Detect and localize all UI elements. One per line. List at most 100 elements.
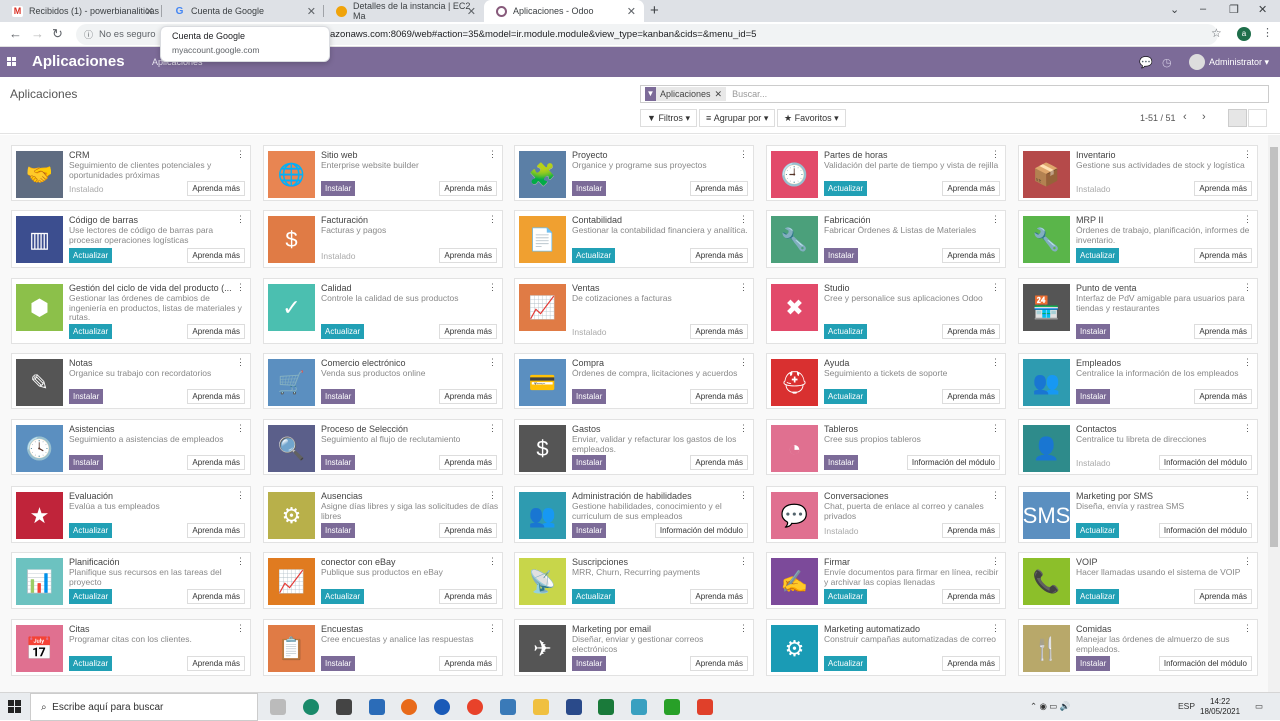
learn-more-button[interactable]: Aprenda más [690, 455, 748, 470]
app-card[interactable]: ✓ Calidad Controle la calidad de sus produ… [263, 278, 503, 344]
activity-clock-icon[interactable]: ◷ [1162, 56, 1172, 69]
learn-more-button[interactable]: Aprenda más [439, 523, 497, 538]
card-menu-icon[interactable]: ⋮ [739, 149, 748, 160]
card-menu-icon[interactable]: ⋮ [488, 214, 497, 225]
install-button[interactable]: Instalar [321, 656, 356, 671]
system-clock[interactable]: 14:22 18/05/2021 [1200, 697, 1240, 717]
app-card[interactable]: 🏪 Punto de venta Interfaz de PdV amigable … [1018, 278, 1258, 344]
scrollbar[interactable] [1268, 135, 1280, 692]
learn-more-button[interactable]: Aprenda más [690, 656, 748, 671]
card-menu-icon[interactable]: ⋮ [488, 357, 497, 368]
app-card[interactable]: 🔍 Proceso de Selección Seguimiento al fluj… [263, 419, 503, 475]
learn-more-button[interactable]: Aprenda más [187, 455, 245, 470]
maximize-icon[interactable]: ❐ [1229, 3, 1239, 16]
app-card[interactable]: 🤝 CRM Seguimiento de clientes potenciales … [11, 145, 251, 201]
url-text[interactable]: azonaws.com:8069/web#action=35&model=ir.… [330, 29, 756, 40]
learn-more-button[interactable]: Aprenda más [187, 248, 245, 263]
card-menu-icon[interactable]: ⋮ [1243, 423, 1252, 434]
card-menu-icon[interactable]: ⋮ [991, 282, 1000, 293]
app-card[interactable]: ⚙ Marketing automatizado Construir campaña… [766, 619, 1006, 676]
card-menu-icon[interactable]: ⋮ [488, 149, 497, 160]
learn-more-button[interactable]: Aprenda más [942, 589, 1000, 604]
card-menu-icon[interactable]: ⋮ [1243, 214, 1252, 225]
learn-more-button[interactable]: Aprenda más [187, 181, 245, 196]
learn-more-button[interactable]: Aprenda más [439, 455, 497, 470]
card-menu-icon[interactable]: ⋮ [236, 149, 245, 160]
learn-more-button[interactable]: Aprenda más [690, 589, 748, 604]
install-button[interactable]: Instalar [1076, 324, 1111, 339]
install-button[interactable]: Instalar [321, 181, 356, 196]
update-button[interactable]: Actualizar [572, 248, 616, 263]
install-button[interactable]: Instalar [824, 248, 859, 263]
update-button[interactable]: Actualizar [321, 589, 365, 604]
install-button[interactable]: Instalar [824, 455, 859, 470]
install-button[interactable]: Instalar [69, 389, 104, 404]
learn-more-button[interactable]: Aprenda más [690, 389, 748, 404]
update-button[interactable]: Actualizar [1076, 248, 1120, 263]
learn-more-button[interactable]: Información del módulo [1158, 656, 1252, 671]
card-menu-icon[interactable]: ⋮ [236, 490, 245, 501]
app-card[interactable]: 🍴 Comidas Manejar las órdenes de almuerzo … [1018, 619, 1258, 676]
app-card[interactable]: 👤 Contactos Centralice tu libreta de direc… [1018, 419, 1258, 475]
card-menu-icon[interactable]: ⋮ [236, 282, 245, 293]
install-button[interactable]: Instalar [572, 389, 607, 404]
app-card[interactable]: 🕘 Partes de horas Validación del parte de … [766, 145, 1006, 201]
learn-more-button[interactable]: Aprenda más [187, 324, 245, 339]
notification-icon[interactable]: ▭ [1255, 701, 1263, 712]
learn-more-button[interactable]: Aprenda más [690, 181, 748, 196]
card-menu-icon[interactable]: ⋮ [991, 149, 1000, 160]
app-icon[interactable] [566, 699, 582, 715]
app-card[interactable]: 📊 Planificación Planifique sus recursos en… [11, 552, 251, 609]
tab-gmail[interactable]: M Recibidos (1) - powerbianaliticas ✕ [0, 0, 162, 22]
card-menu-icon[interactable]: ⋮ [236, 423, 245, 434]
learn-more-button[interactable]: Aprenda más [1194, 589, 1252, 604]
card-menu-icon[interactable]: ⋮ [739, 423, 748, 434]
update-button[interactable]: Actualizar [824, 589, 868, 604]
task-view-icon[interactable] [270, 699, 286, 715]
app-card[interactable]: 🔧 Fabricación Fabricar Órdenes & Listas de… [766, 210, 1006, 268]
card-menu-icon[interactable]: ⋮ [739, 623, 748, 634]
update-button[interactable]: Actualizar [69, 248, 113, 263]
card-menu-icon[interactable]: ⋮ [1243, 357, 1252, 368]
learn-more-button[interactable]: Aprenda más [187, 523, 245, 538]
card-menu-icon[interactable]: ⋮ [991, 357, 1000, 368]
favorites-button[interactable]: ★ Favoritos ▾ [777, 109, 846, 127]
app-card[interactable]: ⬢ Gestión del ciclo de vida del producto … [11, 278, 251, 344]
app-card[interactable]: 💬 Conversaciones Chat, puerta de enlace al… [766, 486, 1006, 543]
app-card[interactable]: 📄 Contabilidad Gestionar la contabilidad f… [514, 210, 754, 268]
search-box[interactable]: ▼ Aplicaciones ✕ Buscar... [640, 85, 1269, 103]
windows-start-icon[interactable] [8, 700, 21, 713]
card-menu-icon[interactable]: ⋮ [739, 357, 748, 368]
learn-more-button[interactable]: Aprenda más [942, 324, 1000, 339]
app-icon[interactable] [664, 699, 680, 715]
close-icon[interactable]: ✕ [145, 5, 154, 18]
card-menu-icon[interactable]: ⋮ [1243, 623, 1252, 634]
app-card[interactable]: ◔ Tableros Cree sus propios tableros ⋮ Insta… [766, 419, 1006, 475]
minimize-icon[interactable]: – [1200, 3, 1206, 15]
chat-icon[interactable]: 💬 [1139, 56, 1153, 69]
bookmark-star-icon[interactable]: ☆ [1211, 26, 1222, 40]
card-menu-icon[interactable]: ⋮ [991, 214, 1000, 225]
learn-more-button[interactable]: Aprenda más [690, 324, 748, 339]
learn-more-button[interactable]: Aprenda más [439, 589, 497, 604]
app-card[interactable]: 📋 Encuestas Cree encuestas y analice las r… [263, 619, 503, 676]
app-card[interactable]: SMS Marketing por SMS Diseña, envía y rast… [1018, 486, 1258, 543]
install-button[interactable]: Instalar [69, 455, 104, 470]
security-status[interactable]: No es seguro [99, 29, 156, 40]
learn-more-button[interactable]: Aprenda más [942, 181, 1000, 196]
pager-value[interactable]: 1-51 / 51 [1140, 113, 1176, 123]
card-menu-icon[interactable]: ⋮ [488, 623, 497, 634]
app-card[interactable]: 🕓 Asistencias Seguimiento a asistencias de… [11, 419, 251, 475]
card-menu-icon[interactable]: ⋮ [1243, 556, 1252, 567]
app-card[interactable]: 📈 conector con eBay Publique sus productos… [263, 552, 503, 609]
app-card[interactable]: 🌐 Sitio web Enterprise website builder ⋮ Ins… [263, 145, 503, 201]
app-card[interactable]: 📞 VOIP Hacer llamadas usando el sistema de… [1018, 552, 1258, 609]
learn-more-button[interactable]: Información del módulo [1158, 455, 1252, 470]
update-button[interactable]: Actualizar [824, 656, 868, 671]
app-card[interactable]: 🔧 MRP II Órdenes de trabajo, planificación… [1018, 210, 1258, 268]
card-menu-icon[interactable]: ⋮ [236, 556, 245, 567]
app-card[interactable]: ⛑ Ayuda Seguimiento a tickets de soporte ⋮ A… [766, 353, 1006, 409]
card-menu-icon[interactable]: ⋮ [991, 490, 1000, 501]
learn-more-button[interactable]: Aprenda más [187, 389, 245, 404]
learn-more-button[interactable]: Aprenda más [439, 248, 497, 263]
